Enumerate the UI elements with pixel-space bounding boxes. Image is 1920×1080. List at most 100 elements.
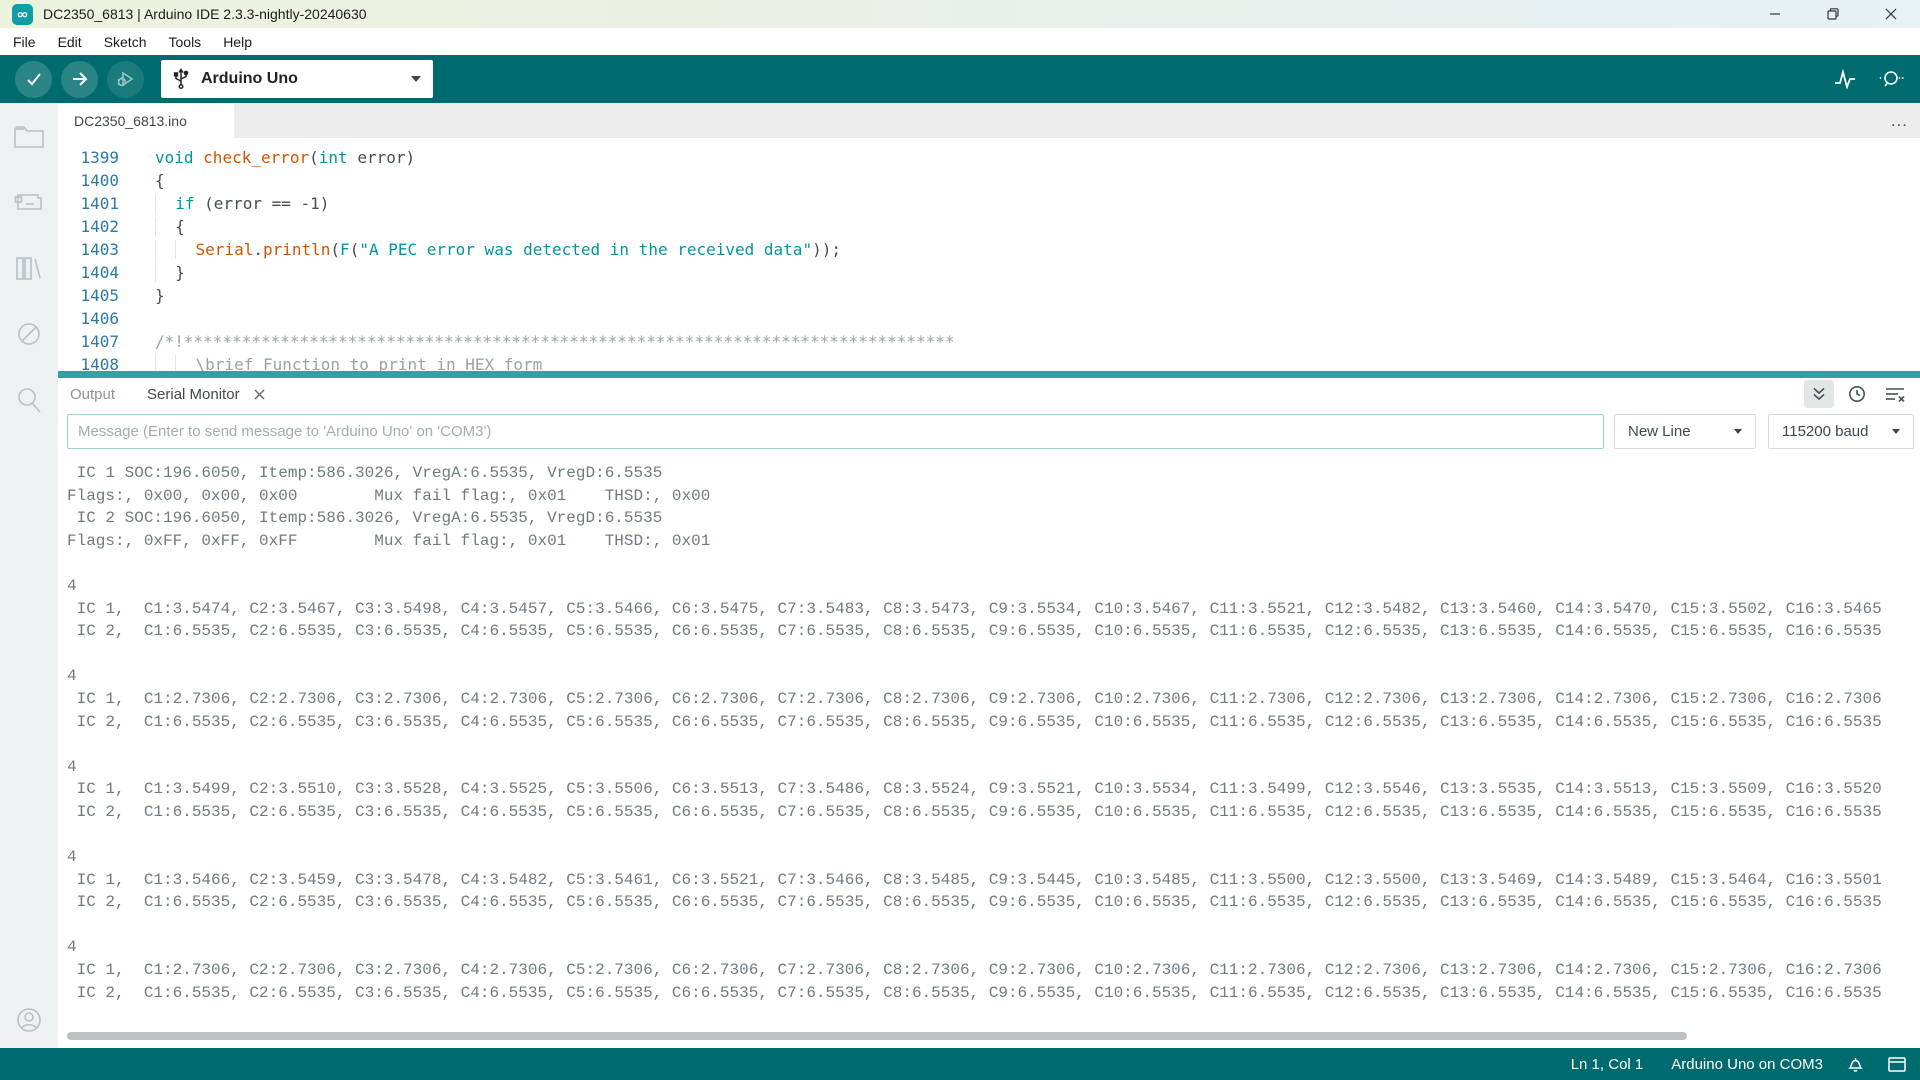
code-text: /*!*************************************… [119,330,955,353]
baud-rate-dropdown[interactable]: 115200 baud [1768,414,1914,449]
toggle-panel-button[interactable] [1888,1057,1906,1072]
line-number: 1403 [58,238,119,261]
editor-tab-bar: DC2350_6813.ino ... [58,103,1920,138]
code-line: 1406 [58,307,1920,330]
code-text: } [119,284,165,307]
menu-item-file[interactable]: File [2,28,47,55]
code-text: if (error == -1) [119,192,329,215]
code-text: { [119,169,165,192]
menu-item-tools[interactable]: Tools [158,28,213,55]
title-bar: ∞ DC2350_6813 | Arduino IDE 2.3.3-nightl… [0,0,1920,28]
upload-button[interactable] [61,61,98,98]
status-bar: Ln 1, Col 1 Arduino Uno on COM3 [0,1048,1920,1080]
check-icon [25,70,43,88]
chevron-double-down-icon [1811,386,1827,402]
sidebar-item-library-manager[interactable] [0,235,58,301]
window-title: DC2350_6813 | Arduino IDE 2.3.3-nightly-… [43,6,367,22]
serial-output-line [67,824,1920,847]
line-number: 1402 [58,215,119,238]
serial-output-line [67,552,1920,575]
panel-layout-icon [1888,1057,1906,1072]
verify-button[interactable] [15,61,52,98]
search-icon [15,386,43,414]
clear-output-icon [1885,386,1905,402]
serial-monitor-button[interactable] [1874,62,1908,96]
serial-output-line: IC 1, C1:3.5466, C2:3.5459, C3:3.5478, C… [67,869,1920,892]
tab-overflow-button[interactable]: ... [1891,103,1908,138]
line-ending-value: New Line [1628,423,1720,440]
arduino-ide-window: ∞ DC2350_6813 | Arduino IDE 2.3.3-nightl… [0,0,1920,1080]
activity-sidebar [0,103,58,1048]
code-text: Serial.println(F("A PEC error was detect… [119,238,841,261]
line-number: 1404 [58,261,119,284]
serial-output-line: IC 1 SOC:196.6050, Itemp:586.3026, VregA… [67,462,1920,485]
sidebar-item-boards-manager[interactable] [0,169,58,235]
horizontal-scrollbar[interactable] [67,1032,1687,1040]
debug-button[interactable] [107,61,144,98]
serial-output-line: IC 1, C1:2.7306, C2:2.7306, C3:2.7306, C… [67,688,1920,711]
debug-disabled-icon [15,320,43,348]
minimize-button[interactable] [1746,0,1804,28]
sidebar-item-account[interactable] [0,998,58,1042]
serial-message-input[interactable] [67,414,1604,449]
folder-icon [13,122,45,150]
restore-button[interactable] [1804,0,1862,28]
serial-plotter-button[interactable] [1828,62,1862,96]
serial-output-line: Flags:, 0x00, 0x00, 0x00 Mux fail flag:,… [67,485,1920,508]
serial-output-line [67,733,1920,756]
serial-output-line: IC 2, C1:6.5535, C2:6.5535, C3:6.5535, C… [67,891,1920,914]
serial-output-line [67,914,1920,937]
bell-icon [1847,1055,1864,1073]
account-icon [15,1006,43,1034]
line-number: 1400 [58,169,119,192]
arduino-logo-icon: ∞ [12,4,33,25]
line-ending-dropdown[interactable]: New Line [1614,414,1756,449]
close-icon [1885,8,1897,20]
serial-output-line: IC 1, C1:3.5474, C2:3.5467, C3:3.5498, C… [67,598,1920,621]
baud-rate-value: 115200 baud [1782,423,1878,440]
board-selector[interactable]: Arduino Uno [161,60,433,98]
tab-serial-monitor-label: Serial Monitor [147,386,240,403]
code-line: 1404 } [58,261,1920,284]
clock-icon [1848,385,1866,403]
toggle-timestamp-button[interactable] [1842,380,1872,408]
tab-serial-monitor[interactable]: Serial Monitor [147,386,265,403]
close-button[interactable] [1862,0,1920,28]
serial-output-line: IC 2, C1:6.5535, C2:6.5535, C3:6.5535, C… [67,620,1920,643]
toggle-autoscroll-button[interactable] [1804,380,1834,408]
serial-output-line: IC 1, C1:3.5499, C2:3.5510, C3:3.5528, C… [67,778,1920,801]
serial-plotter-icon [1834,69,1856,89]
tab-label: DC2350_6813.ino [74,113,187,129]
serial-output-area[interactable]: IC 1 SOC:196.6050, Itemp:586.3026, VregA… [67,462,1920,1022]
code-text: void check_error(int error) [119,146,415,169]
bottom-panel-tabs: Output Serial Monitor [58,378,1920,410]
notifications-button[interactable] [1847,1055,1864,1073]
tab-output[interactable]: Output [70,386,115,403]
serial-output-line: 4 [67,846,1920,869]
code-text: { [119,215,185,238]
chevron-down-icon [411,76,421,82]
code-line: 1403 Serial.println(F("A PEC error was d… [58,238,1920,261]
board-port-status[interactable]: Arduino Uno on COM3 [1671,1056,1823,1073]
menu-item-help[interactable]: Help [212,28,263,55]
menu-item-sketch[interactable]: Sketch [93,28,158,55]
menu-item-edit[interactable]: Edit [47,28,93,55]
sidebar-item-debug[interactable] [0,301,58,367]
chevron-down-icon [1892,429,1900,434]
code-line: 1408 \brief Function to print in HEX for… [58,353,1920,371]
usb-icon [173,68,189,90]
cursor-position: Ln 1, Col 1 [1571,1056,1644,1073]
line-number: 1407 [58,330,119,353]
sidebar-item-sketchbook[interactable] [0,103,58,169]
serial-monitor-panel: Output Serial Monitor [58,378,1920,1048]
code-line: 1400{ [58,169,1920,192]
serial-output-line: 4 [67,575,1920,598]
code-text [119,307,155,330]
clear-output-button[interactable] [1880,380,1910,408]
line-number: 1408 [58,353,119,371]
sidebar-item-search[interactable] [0,367,58,433]
code-editor[interactable]: 1399void check_error(int error)1400{1401… [58,138,1920,371]
panel-resize-handle[interactable] [58,371,1920,378]
tab-dc2350-6813-ino[interactable]: DC2350_6813.ino [58,103,234,138]
close-serial-monitor-button[interactable] [254,389,265,400]
